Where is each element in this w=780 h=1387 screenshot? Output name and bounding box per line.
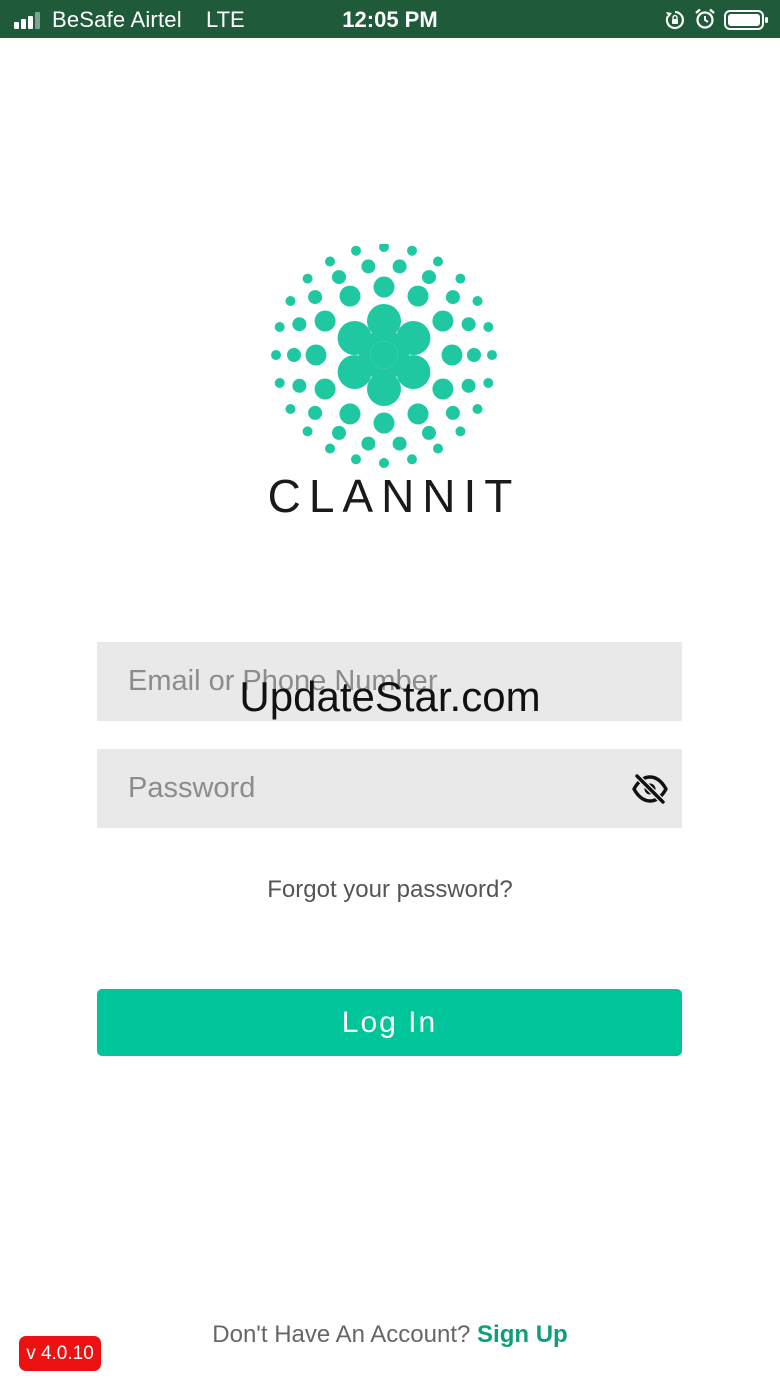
clannit-logo-icon: [271, 244, 497, 468]
status-bar: BeSafe Airtel LTE 12:05 PM: [0, 0, 780, 38]
status-time: 12:05 PM: [342, 7, 438, 32]
password-field-container: [97, 749, 682, 828]
login-button[interactable]: Log In: [97, 989, 682, 1056]
alarm-icon: [695, 8, 715, 29]
rotation-lock-icon: [665, 10, 684, 30]
signup-prompt: Don't Have An Account?: [212, 1321, 471, 1348]
password-input[interactable]: [97, 749, 682, 828]
logo-wordmark: CLANNIT: [267, 470, 521, 522]
signup-row: Don't Have An Account? Sign Up: [0, 1320, 780, 1350]
email-field-container: [97, 642, 682, 721]
email-input[interactable]: [97, 642, 682, 721]
eye-slash-icon[interactable]: [630, 769, 670, 809]
battery-icon: [724, 10, 768, 30]
version-badge: v 4.0.10: [19, 1336, 101, 1371]
signup-link[interactable]: Sign Up: [477, 1321, 568, 1348]
forgot-password-link[interactable]: Forgot your password?: [0, 876, 780, 904]
